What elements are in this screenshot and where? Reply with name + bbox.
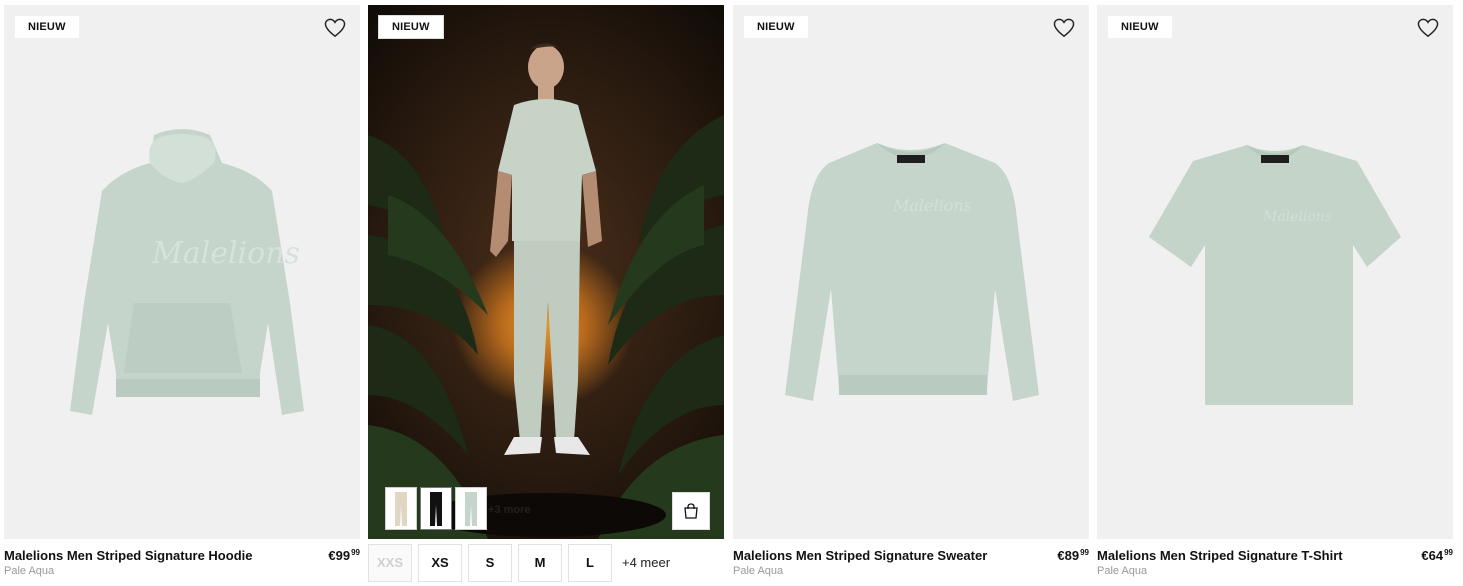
product-name[interactable]: Malelions Men Striped Signature Sweater [733, 548, 1089, 563]
swatch-beige[interactable] [385, 487, 417, 530]
product-color: Pale Aqua [733, 565, 784, 577]
svg-text:Malelions: Malelions [892, 196, 972, 215]
product-card[interactable]: NIEUW Malelions Malelions Men Striped Si… [733, 5, 1089, 579]
size-option[interactable]: XS [418, 543, 462, 582]
size-selector: XXS XS S M L +4 meer [368, 539, 724, 582]
product-image[interactable]: NIEUW Malelions [4, 5, 360, 539]
new-badge: NIEUW [378, 15, 444, 39]
size-option[interactable]: S [468, 543, 512, 582]
product-price: €9999 [328, 548, 360, 563]
new-badge: NIEUW [15, 16, 79, 38]
size-option[interactable]: L [568, 543, 612, 582]
price-cents: 99 [1444, 548, 1453, 557]
product-image[interactable]: NIEUW Malelions [1097, 5, 1453, 539]
heart-icon[interactable] [688, 18, 710, 38]
price-main: €64 [1421, 548, 1444, 563]
product-price: €8999 [1057, 548, 1089, 563]
price-main: €99 [328, 548, 351, 563]
price-cents: 99 [351, 548, 360, 557]
product-card[interactable]: NIEUW +3 more XXS XS S M L +4 meer [368, 5, 724, 582]
shopping-bag-icon [684, 503, 698, 519]
swatch-pale-aqua[interactable] [455, 487, 487, 530]
product-name[interactable]: Malelions Men Striped Signature Hoodie [4, 548, 360, 563]
add-to-cart-button[interactable] [672, 492, 710, 530]
price-cents: 99 [1080, 548, 1089, 557]
product-card[interactable]: NIEUW Malelions Malelions Men Striped Si… [1097, 5, 1453, 579]
model-image [490, 43, 602, 455]
product-photo[interactable]: NIEUW +3 more [368, 5, 724, 539]
svg-text:Malelions: Malelions [1262, 209, 1332, 225]
product-color: Pale Aqua [1097, 565, 1148, 577]
heart-icon[interactable] [1417, 18, 1439, 38]
sweater-image: Malelions [785, 143, 1039, 401]
more-colors-link[interactable]: +3 more [488, 504, 531, 516]
product-price: €6499 [1421, 548, 1453, 563]
tshirt-image: Malelions [1149, 145, 1401, 405]
heart-icon[interactable] [1053, 18, 1075, 38]
size-option[interactable]: M [518, 543, 562, 582]
more-sizes-link[interactable]: +4 meer [622, 555, 670, 570]
product-card[interactable]: NIEUW Malelions Malelions Men Striped Si… [4, 5, 360, 579]
new-badge: NIEUW [1108, 16, 1172, 38]
size-option: XXS [368, 543, 412, 582]
swatch-black[interactable] [420, 487, 452, 530]
product-color: Pale Aqua [4, 565, 55, 577]
hoodie-image: Malelions [70, 129, 304, 415]
new-badge: NIEUW [744, 16, 808, 38]
price-main: €89 [1057, 548, 1080, 563]
color-swatches [385, 487, 487, 530]
product-image[interactable]: NIEUW Malelions [733, 5, 1089, 539]
product-name[interactable]: Malelions Men Striped Signature T-Shirt [1097, 548, 1453, 563]
svg-text:Malelions: Malelions [151, 236, 300, 271]
heart-icon[interactable] [324, 18, 346, 38]
